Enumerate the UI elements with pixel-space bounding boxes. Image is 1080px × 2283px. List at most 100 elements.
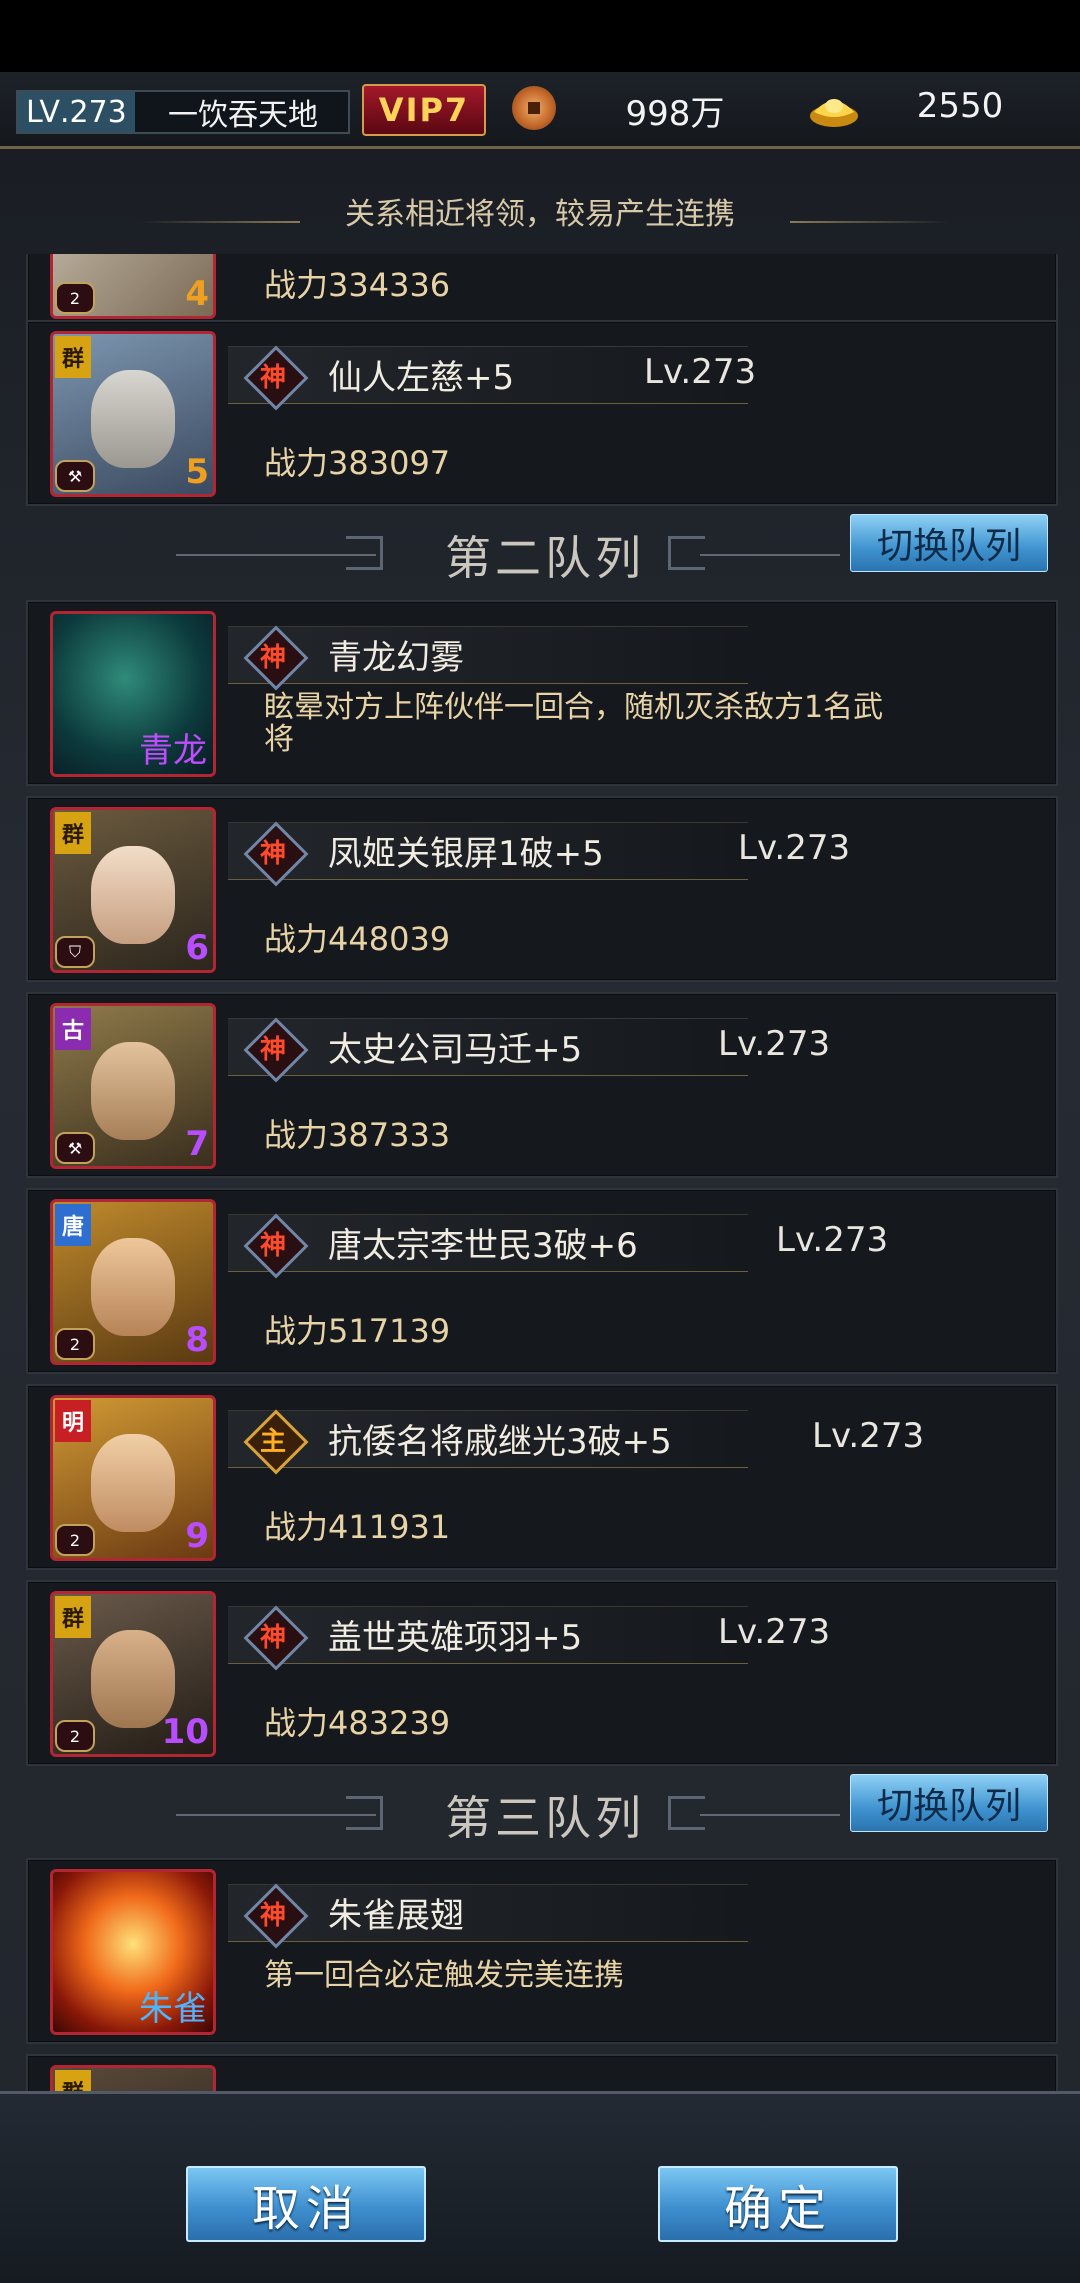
bottom-action-bar: 取消 确定: [0, 2091, 1080, 2283]
faction-badge: 群: [55, 812, 91, 854]
faction-badge: 明: [55, 1400, 91, 1442]
slot-number: 8: [185, 1320, 209, 1360]
general-card[interactable]: 明 2 9 主 抗倭名将戚继光3破+5 Lv.273 战力411931: [26, 1384, 1058, 1570]
general-face: [91, 370, 175, 468]
general-face: [91, 846, 175, 944]
general-card[interactable]: 2 4 战力334336: [26, 254, 1058, 328]
skill-name: 朱雀展翅: [328, 1896, 464, 1936]
hint-line-right: [790, 221, 950, 223]
general-name: 盖世英雄项羽+5: [328, 1618, 583, 1658]
player-name: 一饮吞天地: [168, 98, 318, 133]
rank-emblem-icon: 神: [243, 1605, 309, 1671]
divider-line: [700, 554, 840, 556]
section-header-3: 第三队列 切换队列: [0, 1768, 1080, 1854]
role-icon: 2: [55, 1328, 95, 1360]
rank-emblem-icon: 神: [243, 1883, 309, 1949]
divider-ornament: [668, 1796, 705, 1830]
general-portrait: 古 ⚒ 7: [50, 1003, 216, 1169]
divider-line: [700, 1814, 840, 1816]
switch-queue-button[interactable]: 切换队列: [850, 514, 1048, 572]
confirm-button[interactable]: 确定: [658, 2166, 898, 2242]
skill-card[interactable]: 朱雀 神 朱雀展翅 第一回合必定触发完美连携: [26, 1858, 1058, 2044]
general-level: Lv.273: [644, 352, 757, 392]
slot-number: 7: [185, 1124, 209, 1164]
faction-badge: 古: [55, 1008, 91, 1050]
general-card[interactable]: 群 ⛉ 6 神 凤姬关银屏1破+5 Lv.273 战力448039: [26, 796, 1058, 982]
player-top-bar: LV .273 一饮吞天地 VIP7 998万 2550: [0, 72, 1080, 149]
beast-portrait: 朱雀: [50, 1869, 216, 2035]
beast-tag: 青龙: [139, 731, 207, 771]
rank-emblem-icon: 神: [243, 625, 309, 691]
general-card[interactable]: 古 ⚒ 7 神 太史公司马迁+5 Lv.273 战力387333: [26, 992, 1058, 1178]
general-portrait: 群 ⚒ 5: [50, 331, 216, 497]
rank-emblem-icon: 神: [243, 821, 309, 887]
ingot-amount: 2550: [916, 86, 1004, 126]
general-level: Lv.273: [812, 1416, 925, 1456]
general-face: [91, 1238, 175, 1336]
skill-description: 第一回合必定触发完美连携: [264, 1958, 624, 1993]
general-name: 太史公司马迁+5: [328, 1030, 583, 1070]
general-power: 战力448039: [264, 920, 451, 958]
section-header-2: 第二队列 切换队列: [0, 508, 1080, 594]
general-level: Lv.273: [718, 1024, 831, 1064]
general-portrait: 群 ⛉ 6: [50, 807, 216, 973]
general-name: 抗倭名将戚继光3破+5: [328, 1422, 672, 1462]
role-icon: ⛉: [55, 936, 95, 968]
general-face: [91, 1042, 175, 1140]
general-card[interactable]: 唐 2 8 神 唐太宗李世民3破+6 Lv.273 战力517139: [26, 1188, 1058, 1374]
copper-coin-icon: [512, 86, 556, 130]
divider-ornament: [668, 536, 705, 570]
system-status-bar: [0, 0, 1080, 72]
slot-number: 10: [161, 1712, 209, 1752]
role-icon: ⚒: [55, 1132, 95, 1164]
general-list[interactable]: 2 4 战力334336 群 ⚒ 5 神 仙人左慈+5 Lv.273 战力383…: [0, 254, 1080, 2091]
general-card[interactable]: 群 2 10 神 盖世英雄项羽+5 Lv.273 战力483239: [26, 1580, 1058, 1766]
faction-badge: 群: [55, 336, 91, 378]
vip-badge[interactable]: VIP7: [362, 84, 486, 136]
general-level: Lv.273: [718, 1612, 831, 1652]
general-power: 战力387333: [264, 1116, 451, 1154]
slot-number: 9: [185, 1516, 209, 1556]
formation-panel: 关系相近将领，较易产生连携 2 4 战力334336 群 ⚒ 5 神 仙人左慈+…: [0, 149, 1080, 2091]
general-portrait: 明 2 9: [50, 1395, 216, 1561]
player-level: LV .273: [18, 92, 135, 132]
general-power: 战力411931: [264, 1508, 451, 1546]
role-icon: 2: [55, 1720, 95, 1752]
general-portrait: 唐 2 8: [50, 1199, 216, 1365]
player-info-box[interactable]: LV .273 一饮吞天地: [16, 90, 350, 134]
gold-ingot-icon: [810, 99, 858, 127]
general-portrait: 群: [50, 2065, 216, 2091]
general-level: Lv.273: [776, 1220, 889, 1260]
relationship-hint: 关系相近将领，较易产生连携: [345, 197, 735, 232]
general-power: 战力483239: [264, 1704, 451, 1742]
slot-number: 4: [185, 274, 209, 314]
copper-amount: 998万: [625, 94, 725, 134]
lord-emblem-icon: 主: [243, 1409, 309, 1475]
role-icon: 2: [55, 282, 95, 314]
general-portrait: 2 4: [50, 254, 216, 319]
general-face: [91, 1434, 175, 1532]
cancel-button[interactable]: 取消: [186, 2166, 426, 2242]
faction-badge: 群: [55, 2070, 91, 2091]
slot-number: 5: [185, 452, 209, 492]
general-card[interactable]: 群 ⚒ 5 神 仙人左慈+5 Lv.273 战力383097: [26, 320, 1058, 506]
general-power: 战力334336: [264, 266, 451, 304]
role-icon: 2: [55, 1524, 95, 1556]
skill-description: 眩晕对方上阵伙伴一回合，随机灭杀敌方1名武将: [264, 690, 884, 757]
faction-badge: 群: [55, 1596, 91, 1638]
slot-number: 6: [185, 928, 209, 968]
general-power: 战力383097: [264, 444, 451, 482]
switch-queue-button[interactable]: 切换队列: [850, 1774, 1048, 1832]
general-card[interactable]: 群: [26, 2054, 1058, 2091]
general-name: 唐太宗李世民3破+6: [328, 1226, 638, 1266]
rank-emblem-icon: 神: [243, 1017, 309, 1083]
role-icon: ⚒: [55, 460, 95, 492]
skill-name: 青龙幻雾: [328, 638, 464, 678]
beast-tag: 朱雀: [139, 1989, 207, 2029]
rank-emblem-icon: 神: [243, 345, 309, 411]
skill-card[interactable]: 青龙 神 青龙幻雾 眩晕对方上阵伙伴一回合，随机灭杀敌方1名武将: [26, 600, 1058, 786]
general-name: 仙人左慈+5: [328, 358, 515, 398]
rank-emblem-icon: 神: [243, 1213, 309, 1279]
general-power: 战力517139: [264, 1312, 451, 1350]
general-portrait: 群 2 10: [50, 1591, 216, 1757]
